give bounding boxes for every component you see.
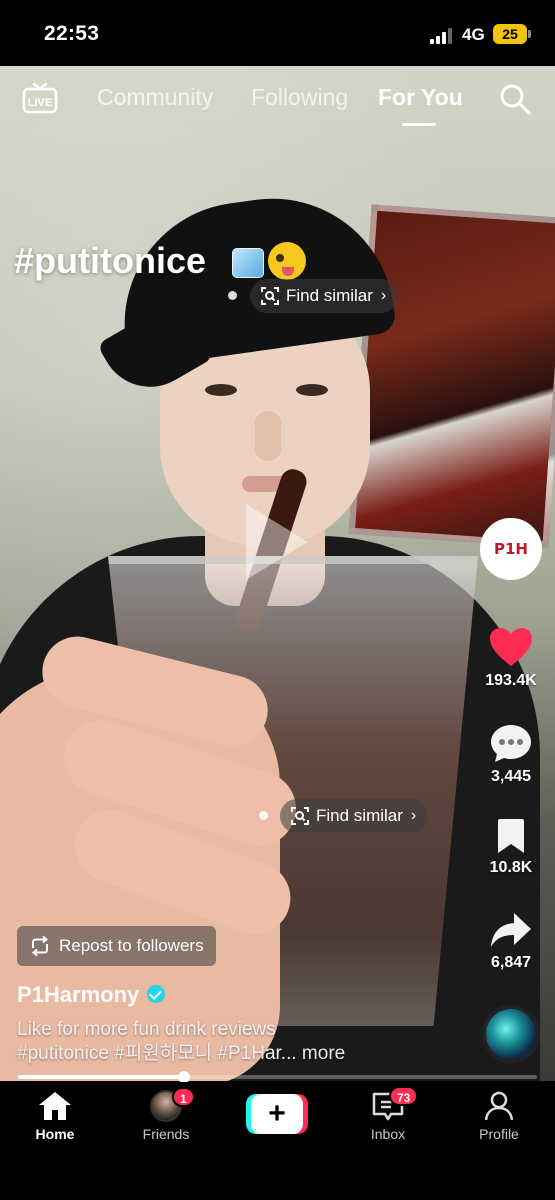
repost-button[interactable]: Repost to followers xyxy=(17,926,216,966)
save-count: 10.8K xyxy=(489,859,533,876)
zany-face-emoji-icon xyxy=(268,242,306,280)
creator-logo: P1H xyxy=(494,540,528,558)
signal-icon xyxy=(430,28,456,44)
network-type: 4G xyxy=(462,25,485,44)
nav-friends-label: Friends xyxy=(142,1126,190,1142)
person-nose xyxy=(255,411,281,461)
inbox-notification-badge: 73 xyxy=(389,1086,419,1106)
creator-avatar[interactable]: P1H xyxy=(480,518,542,580)
nav-profile-label: Profile xyxy=(479,1126,519,1142)
search-icon[interactable] xyxy=(499,83,531,115)
caption-more-link[interactable]: more xyxy=(302,1043,345,1064)
caption-line-2: #putitonice #피원하모니 #P1Har... more xyxy=(17,1042,345,1066)
video-caption[interactable]: Like for more fun drink reviews #putiton… xyxy=(17,1018,345,1066)
like-button[interactable]: 193.4K xyxy=(478,626,544,690)
repost-label: Repost to followers xyxy=(59,936,204,955)
share-arrow-icon xyxy=(491,913,531,947)
create-button[interactable]: + xyxy=(246,1094,308,1134)
hashtag-sticker[interactable]: #putitonice xyxy=(14,240,206,282)
chevron-right-icon: › xyxy=(380,287,387,304)
find-similar-button[interactable]: Find similar › xyxy=(280,799,429,833)
drink-pouch xyxy=(348,204,555,548)
find-similar-label: Find similar xyxy=(316,806,403,825)
play-icon xyxy=(246,504,308,580)
comment-count: 3,445 xyxy=(490,768,532,785)
nav-home-label: Home xyxy=(35,1126,75,1142)
visual-search-icon xyxy=(291,807,309,825)
creator-username[interactable]: P1Harmony xyxy=(17,982,139,1008)
verified-badge-icon xyxy=(147,985,165,1003)
svg-text:LIVE: LIVE xyxy=(28,97,52,109)
visual-search-icon xyxy=(261,287,279,305)
person-eye-right xyxy=(296,384,328,396)
like-count: 193.4K xyxy=(485,672,537,689)
comment-button[interactable]: 3,445 xyxy=(478,722,544,786)
home-icon xyxy=(39,1092,71,1120)
status-bar: 22:53 4G 25 xyxy=(0,0,555,66)
status-time: 22:53 xyxy=(44,22,100,45)
hotspot-dot xyxy=(228,291,237,300)
profile-icon xyxy=(484,1091,514,1121)
tab-for-you[interactable]: For You xyxy=(378,84,463,111)
live-icon[interactable]: LIVE xyxy=(22,82,58,114)
nav-inbox[interactable]: Inbox xyxy=(343,1090,433,1142)
ice-cube-emoji-icon xyxy=(232,248,264,278)
find-similar-button[interactable]: Find similar › xyxy=(250,279,399,313)
nav-inbox-label: Inbox xyxy=(370,1126,406,1142)
heart-icon xyxy=(490,628,532,666)
save-button[interactable]: 10.8K xyxy=(478,817,544,877)
person-eye-left xyxy=(205,384,237,396)
nav-home[interactable]: Home xyxy=(10,1090,100,1142)
caption-hashtags[interactable]: #putitonice #피원하모니 #P1Har... xyxy=(17,1043,297,1064)
playback-progress-bar[interactable] xyxy=(18,1071,537,1083)
share-count: 6,847 xyxy=(490,954,532,971)
find-similar-label: Find similar xyxy=(286,286,373,305)
share-button[interactable]: 6,847 xyxy=(478,910,544,972)
battery-indicator: 25 xyxy=(493,24,531,44)
bookmark-icon xyxy=(498,819,524,853)
plus-icon: + xyxy=(251,1094,303,1134)
nav-friends[interactable]: Friends xyxy=(121,1090,211,1142)
chevron-right-icon: › xyxy=(410,807,417,824)
repost-icon xyxy=(31,936,49,956)
tab-following[interactable]: Following xyxy=(251,84,348,111)
nav-profile[interactable]: Profile xyxy=(454,1090,544,1142)
friends-notification-badge: 1 xyxy=(172,1087,195,1107)
active-tab-indicator xyxy=(402,123,436,126)
playback-progress-fill xyxy=(18,1075,185,1079)
hotspot-dot xyxy=(259,811,268,820)
caption-line-1: Like for more fun drink reviews xyxy=(17,1019,276,1040)
tab-community[interactable]: Community xyxy=(97,84,213,111)
comment-icon xyxy=(491,725,531,762)
music-disc-icon[interactable] xyxy=(482,1005,540,1063)
